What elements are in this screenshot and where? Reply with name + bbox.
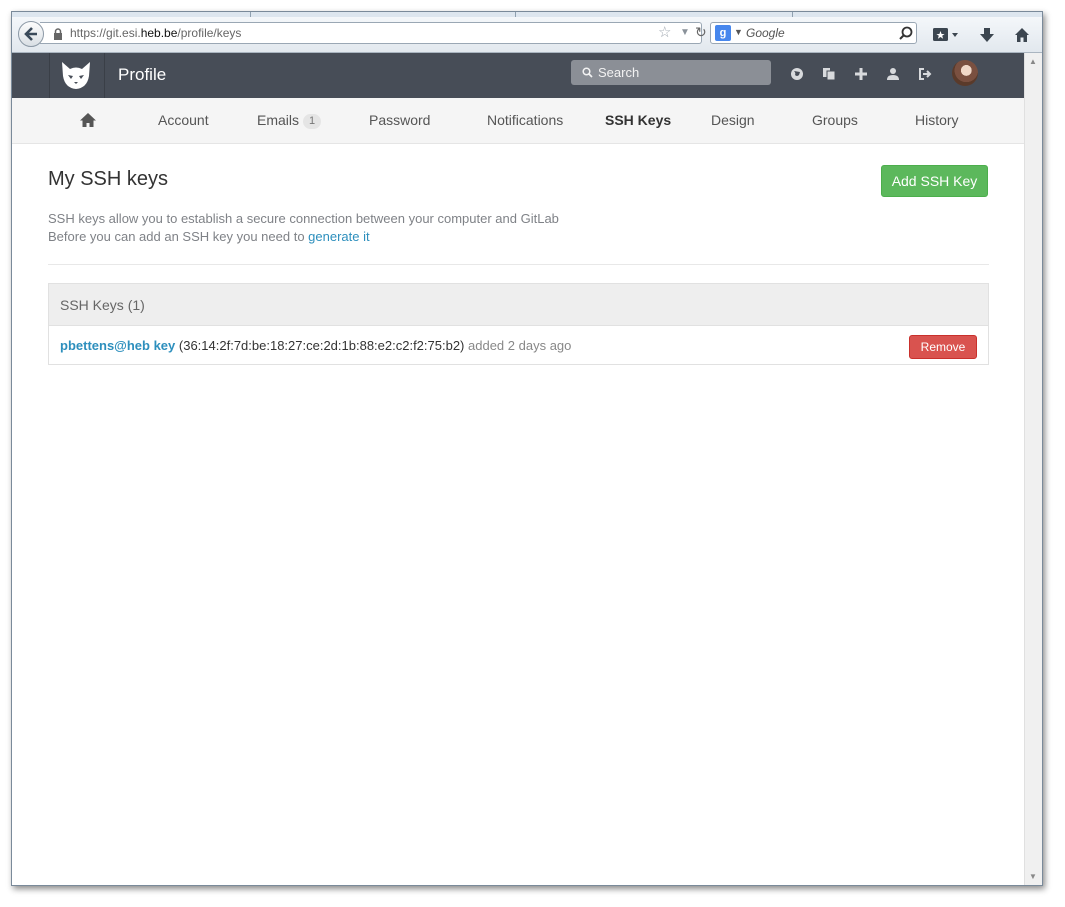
browser-window: https://git.esi.heb.be/profile/keys ☆ ▼ … — [11, 11, 1043, 886]
user-icon[interactable] — [886, 67, 900, 81]
scroll-up-icon[interactable]: ▲ — [1029, 57, 1037, 66]
back-arrow-icon — [24, 27, 37, 41]
google-icon[interactable]: g — [715, 25, 731, 41]
emails-count-badge: 1 — [303, 114, 322, 129]
snippets-icon[interactable] — [822, 67, 836, 81]
divider — [48, 264, 989, 265]
tab-account[interactable]: Account — [158, 112, 209, 128]
ssh-keys-panel: SSH Keys (1) pbettens@heb key (36:14:2f:… — [48, 283, 989, 365]
reload-icon[interactable]: ↻ — [695, 24, 707, 41]
sign-out-icon[interactable] — [918, 67, 932, 81]
url-bar[interactable]: https://git.esi.heb.be/profile/keys ☆ ▼ … — [40, 22, 707, 44]
globe-icon[interactable] — [790, 67, 804, 81]
remove-key-button[interactable]: Remove — [909, 335, 977, 359]
tab-design[interactable]: Design — [711, 112, 755, 128]
profile-subnav: Account Emails 1 Password Notifications S… — [12, 98, 1042, 144]
browser-toolbar: https://git.esi.heb.be/profile/keys ☆ ▼ … — [12, 17, 1042, 53]
gitlab-cat-icon — [62, 62, 90, 89]
ssh-keys-panel-title: SSH Keys (1) — [60, 297, 145, 313]
tab-groups[interactable]: Groups — [812, 112, 858, 128]
search-engine-dropdown-icon[interactable]: ▼ — [734, 27, 743, 37]
tab-history[interactable]: History — [915, 112, 959, 128]
download-icon[interactable] — [979, 27, 995, 43]
home-icon[interactable] — [1014, 27, 1030, 43]
ssh-key-added-time: added 2 days ago — [468, 338, 572, 353]
tab-password[interactable]: Password — [369, 112, 430, 128]
browser-search-bar[interactable]: g ▼ Google — [710, 22, 917, 44]
ssh-description: SSH keys allow you to establish a secure… — [48, 211, 559, 226]
ssh-key-fingerprint: (36:14:2f:7d:be:18:27:ce:2d:1b:88:e2:c2:… — [178, 338, 465, 353]
url-text: https://git.esi.heb.be/profile/keys — [70, 26, 242, 40]
bookmarks-icon[interactable] — [932, 27, 960, 43]
browser-search-placeholder: Google — [746, 26, 785, 40]
url-history-dropdown-icon[interactable]: ▼ — [680, 27, 690, 38]
gitlab-logo[interactable] — [49, 53, 105, 98]
home-icon[interactable] — [79, 112, 97, 128]
list-item: pbettens@heb key (36:14:2f:7d:be:18:27:c… — [60, 338, 571, 353]
user-avatar[interactable] — [952, 60, 978, 86]
ssh-generate-hint: Before you can add an SSH key you need t… — [48, 229, 370, 244]
ssh-key-name-link[interactable]: pbettens@heb key — [60, 338, 175, 353]
lock-icon — [54, 28, 62, 40]
add-ssh-key-button[interactable]: Add SSH Key — [881, 165, 988, 197]
app-header: Profile Search — [12, 53, 1042, 98]
search-icon — [582, 67, 593, 78]
plus-icon[interactable] — [854, 67, 868, 81]
ssh-keys-panel-header: SSH Keys (1) — [49, 284, 988, 326]
search-icon[interactable] — [899, 26, 913, 40]
page-section-title: Profile — [118, 65, 167, 84]
tab-notifications[interactable]: Notifications — [487, 112, 563, 128]
page-title: My SSH keys — [48, 168, 169, 190]
scroll-down-icon[interactable]: ▼ — [1029, 872, 1037, 881]
vertical-scrollbar[interactable]: ▲ ▼ — [1024, 53, 1042, 885]
generate-it-link[interactable]: generate it — [308, 229, 369, 244]
app-search-input[interactable]: Search — [571, 60, 771, 85]
back-button[interactable] — [18, 21, 44, 47]
tab-emails[interactable]: Emails 1 — [257, 112, 322, 129]
bookmark-star-icon[interactable]: ☆ — [658, 25, 671, 41]
app-search-placeholder: Search — [598, 65, 640, 80]
tab-ssh-keys[interactable]: SSH Keys — [605, 112, 671, 128]
